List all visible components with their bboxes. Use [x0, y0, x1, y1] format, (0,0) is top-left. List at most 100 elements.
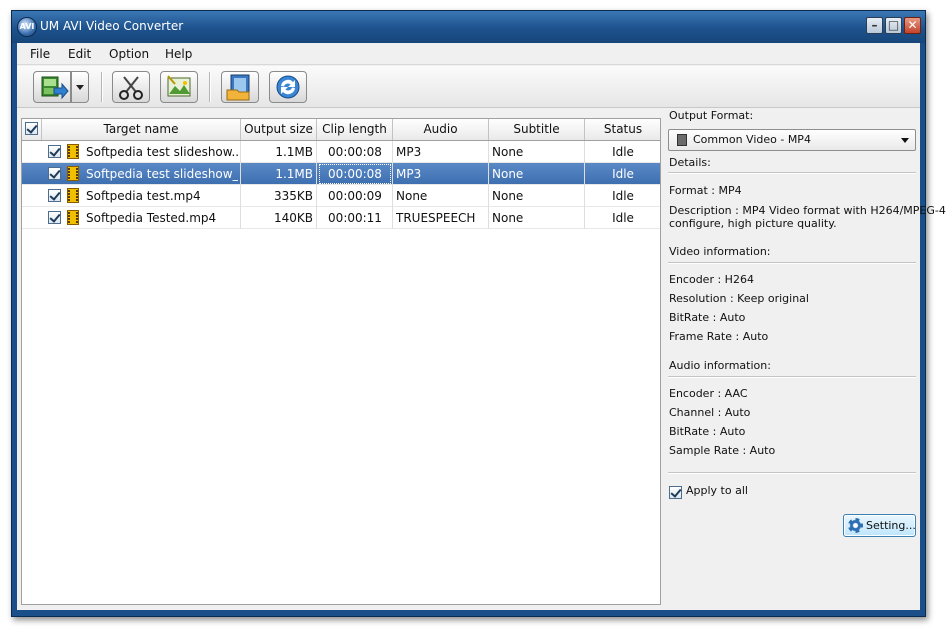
select-all-checkbox[interactable]	[25, 122, 38, 135]
video-file-icon	[67, 166, 79, 181]
output-folder-button[interactable]	[221, 71, 259, 103]
video-file-icon	[67, 210, 79, 225]
row-checkbox[interactable]	[48, 167, 61, 180]
details-label: Details:	[669, 156, 711, 169]
col-clip-length[interactable]: Clip length	[317, 119, 393, 140]
add-video-button[interactable]	[33, 71, 71, 103]
cell-subtitle: None	[492, 211, 524, 225]
row-checkbox[interactable]	[48, 211, 61, 224]
audio-channel: Channel : Auto	[669, 406, 751, 419]
row-checkbox[interactable]	[48, 189, 61, 202]
close-button[interactable]: ✕	[904, 17, 921, 34]
divider	[668, 376, 916, 378]
refresh-icon	[276, 75, 300, 99]
output-format-select[interactable]: Common Video - MP4	[668, 129, 916, 151]
cell-target-name: Softpedia test.mp4	[86, 189, 201, 203]
cell-target-name: Softpedia test slideshow....	[86, 145, 238, 159]
video-format-icon	[677, 134, 687, 146]
chevron-down-icon	[901, 138, 909, 143]
window-title: UM AVI Video Converter	[40, 19, 184, 33]
app-logo-icon: AVI	[17, 17, 37, 37]
video-info-label: Video information:	[669, 245, 771, 258]
cell-subtitle: None	[492, 189, 524, 203]
cell-output-size: 1.1MB	[275, 145, 313, 159]
table-row[interactable]: Softpedia test.mp4 335KB 00:00:09 None N…	[22, 185, 660, 207]
menu-file[interactable]: File	[30, 47, 50, 61]
toolbar-separator	[101, 72, 103, 102]
video-bitrate: BitRate : Auto	[669, 311, 746, 324]
cell-status: Idle	[612, 211, 634, 225]
audio-samplerate: Sample Rate : Auto	[669, 444, 776, 457]
video-file-icon	[67, 188, 79, 203]
cell-subtitle: None	[492, 167, 524, 181]
cell-output-size: 1.1MB	[275, 167, 313, 181]
audio-bitrate: BitRate : Auto	[669, 425, 746, 438]
maximize-button[interactable]: □	[885, 17, 902, 34]
divider	[668, 472, 916, 474]
cell-target-name: Softpedia test slideshow_...	[86, 167, 238, 181]
scissors-icon	[119, 76, 143, 100]
output-format-label: Output Format:	[669, 109, 754, 122]
table-header: Target name Output size Clip length Audi…	[22, 119, 660, 141]
cell-audio: MP3	[396, 167, 422, 181]
col-output-size[interactable]: Output size	[241, 119, 317, 140]
cell-subtitle: None	[492, 145, 524, 159]
divider	[668, 262, 916, 264]
cell-clip-length[interactable]: 00:00:08	[318, 163, 392, 185]
cell-clip-length: 00:00:09	[328, 189, 382, 203]
col-subtitle[interactable]: Subtitle	[489, 119, 585, 140]
cell-output-size: 140KB	[273, 211, 313, 225]
menu-option[interactable]: Option	[109, 47, 149, 61]
table-row[interactable]: Softpedia Tested.mp4 140KB 00:00:11 TRUE…	[22, 207, 660, 229]
app-window: AVI UM AVI Video Converter – □ ✕ File Ed…	[11, 10, 946, 617]
col-target-name[interactable]: Target name	[42, 119, 241, 140]
row-checkbox[interactable]	[48, 145, 61, 158]
col-audio[interactable]: Audio	[393, 119, 489, 140]
description-line: configure, high picture quality.	[669, 217, 837, 230]
cell-audio: MP3	[396, 145, 422, 159]
convert-button[interactable]	[269, 71, 307, 103]
cell-audio: None	[396, 189, 428, 203]
menu-edit[interactable]: Edit	[68, 47, 91, 61]
cut-button[interactable]	[112, 71, 150, 103]
setting-button-label: Setting...	[866, 519, 916, 532]
add-dropdown-button[interactable]	[71, 71, 89, 103]
audio-encoder: Encoder : AAC	[669, 387, 748, 400]
col-status[interactable]: Status	[585, 119, 661, 140]
format-line: Format : MP4	[669, 184, 742, 197]
film-folder-icon	[226, 74, 250, 101]
table-row[interactable]: Softpedia test slideshow.... 1.1MB 00:00…	[22, 141, 660, 163]
output-panel: Output Format: Common Video - MP4 Detail…	[668, 108, 946, 610]
toolbar-separator	[209, 72, 211, 102]
setting-button[interactable]: Setting...	[843, 514, 916, 537]
audio-info-label: Audio information:	[669, 359, 771, 372]
minimize-icon: –	[871, 18, 878, 32]
toolbar	[17, 66, 920, 108]
window-controls: – □ ✕	[866, 17, 921, 34]
column-divider	[240, 141, 241, 229]
video-encoder: Encoder : H264	[669, 273, 754, 286]
column-divider	[584, 141, 585, 229]
table-row-selected[interactable]: Softpedia test slideshow_... 1.1MB 00:00…	[22, 163, 660, 185]
title-bar[interactable]: AVI UM AVI Video Converter – □ ✕	[12, 11, 925, 43]
select-all-cell	[22, 119, 42, 140]
apply-to-all-checkbox[interactable]	[669, 486, 682, 499]
column-divider	[316, 141, 317, 229]
effect-button[interactable]	[160, 71, 198, 103]
cell-status: Idle	[612, 167, 634, 181]
output-format-value: Common Video - MP4	[693, 133, 811, 146]
minimize-button[interactable]: –	[866, 17, 883, 34]
apply-to-all-label: Apply to all	[686, 484, 748, 497]
cell-output-size: 335KB	[273, 189, 313, 203]
column-divider	[392, 141, 393, 229]
maximize-icon: □	[887, 18, 900, 32]
file-list[interactable]: Target name Output size Clip length Audi…	[21, 118, 661, 605]
close-icon: ✕	[907, 18, 918, 32]
video-framerate: Frame Rate : Auto	[669, 330, 769, 343]
menu-help[interactable]: Help	[165, 47, 192, 61]
divider	[668, 172, 916, 174]
add-video-icon	[41, 76, 69, 100]
cell-clip-length: 00:00:08	[328, 145, 382, 159]
video-resolution: Resolution : Keep original	[669, 292, 809, 305]
description-line: Description : MP4 Video format with H264…	[669, 204, 946, 217]
